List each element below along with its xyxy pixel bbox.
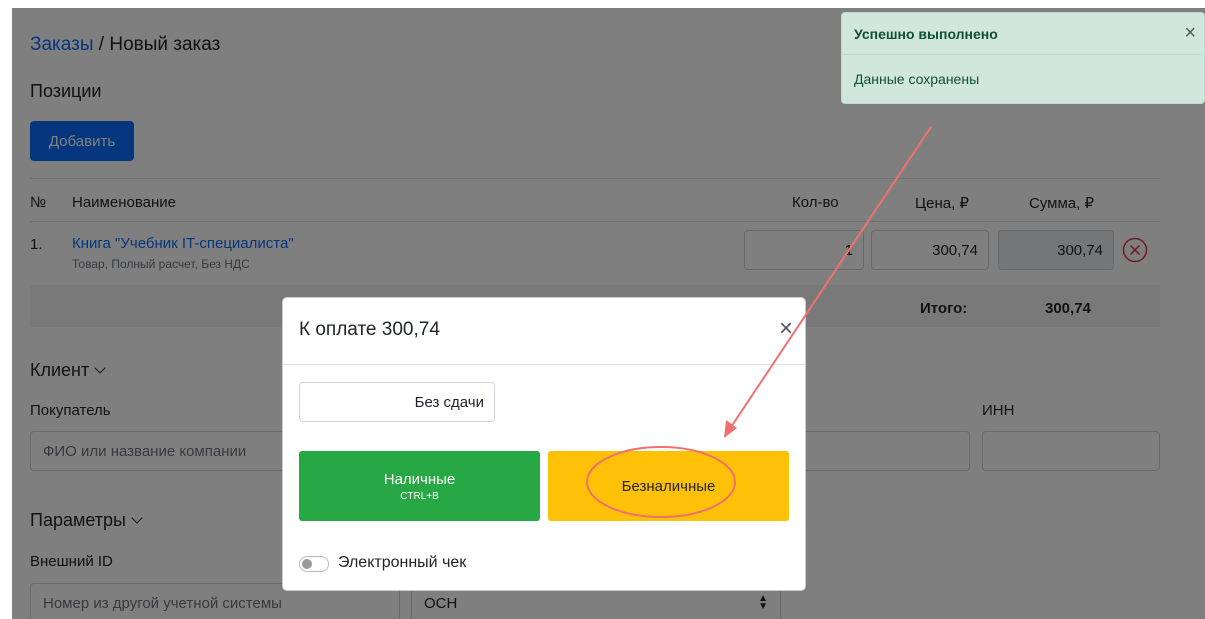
payment-modal: К оплате 300,74 × Без сдачи Наличные CTR… [282,297,806,591]
modal-close-icon[interactable]: × [779,315,793,343]
frame-left [0,0,12,619]
success-toast: Успешно выполнено × Данные сохранены [841,12,1205,104]
cash-payment-button[interactable]: Наличные CTRL+B [299,451,540,521]
electronic-receipt-label: Электронный чек [338,554,467,571]
electronic-receipt-toggle[interactable] [299,556,329,572]
frame-top [0,0,1205,8]
cash-shortcut: CTRL+B [400,490,439,502]
toast-message: Данные сохранены [854,71,980,87]
cash-label: Наличные [383,470,456,488]
card-payment-button[interactable]: Безналичные [548,451,789,521]
modal-divider [283,364,805,365]
modal-title: К оплате 300,74 [299,319,440,340]
change-input[interactable]: Без сдачи [299,382,495,422]
screenshot: Заказы / Новый заказ Позиции Добавить № … [0,0,1205,619]
order-page: Заказы / Новый заказ Позиции Добавить № … [12,8,1205,619]
toast-close-icon[interactable]: × [1184,22,1196,45]
toast-title: Успешно выполнено [842,13,1204,55]
